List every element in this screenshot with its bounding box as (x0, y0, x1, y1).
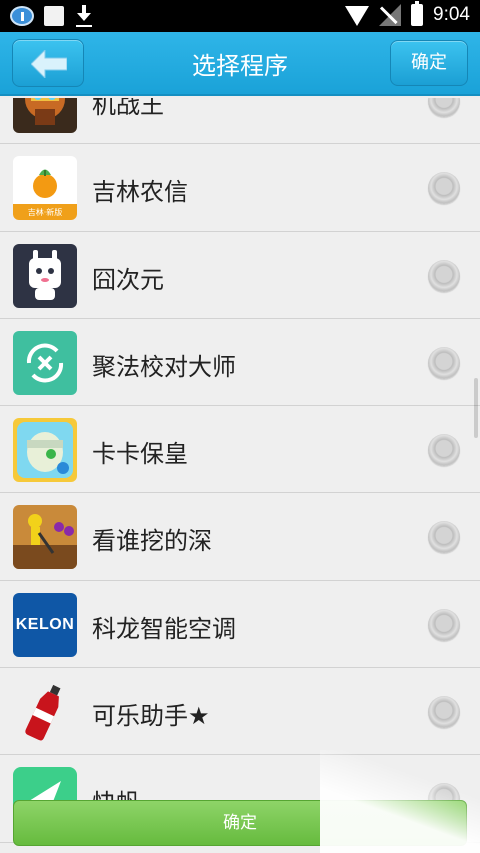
download-icon (74, 5, 94, 27)
select-radio[interactable] (428, 696, 460, 729)
jilin-nongxin-icon: 吉林·新版 (13, 156, 77, 221)
jiong-ciyuan-icon (13, 243, 77, 308)
robot-app-icon (13, 98, 77, 133)
app-name: 囧次元 (92, 265, 164, 294)
battery-icon (411, 1, 424, 26)
select-radio[interactable] (428, 172, 460, 205)
status-bar: 9:04 (0, 0, 480, 32)
app-name: 吉林农信 (92, 178, 188, 207)
jilin-nongxin-icon-label: 吉林·新版 (27, 208, 63, 218)
kaka-baohuang-icon (13, 418, 77, 483)
confirm-button-top[interactable]: 确定 (390, 40, 468, 86)
select-radio[interactable] (428, 98, 460, 117)
square-icon (44, 6, 64, 26)
wifi-icon (345, 6, 370, 26)
list-item[interactable]: 吉林·新版 吉林农信 (0, 144, 480, 232)
message-icon (10, 6, 34, 26)
list-item[interactable]: 看谁挖的深 (0, 493, 480, 581)
select-radio[interactable] (428, 346, 460, 379)
app-name: 科龙智能空调 (92, 614, 236, 643)
title-bar: 选择程序 确定 (0, 32, 480, 96)
app-name: 看谁挖的深 (92, 527, 212, 556)
dig-game-icon (13, 505, 77, 570)
app-name: 可乐助手★ (92, 702, 210, 731)
app-list[interactable]: 机战王 吉林·新版 吉林农信 囧次元 聚法校对大师 卡卡保皇 看谁挖的深 KEL… (0, 98, 480, 853)
list-item[interactable]: 机战王 (0, 98, 480, 145)
app-name: 机战王 (92, 98, 164, 119)
confirm-button-bottom[interactable]: 确定 (13, 800, 467, 846)
clock: 9:04 (433, 4, 470, 25)
list-item[interactable]: 卡卡保皇 (0, 406, 480, 494)
list-item[interactable]: 聚法校对大师 (0, 318, 480, 407)
scrollbar[interactable] (474, 378, 478, 438)
select-radio[interactable] (428, 259, 460, 292)
cola-bottle-icon (13, 680, 77, 745)
kelon-icon: KELON (13, 592, 77, 657)
list-item[interactable]: KELON 科龙智能空调 (0, 580, 480, 669)
select-radio[interactable] (428, 434, 460, 467)
signal-icon (379, 4, 402, 26)
select-radio[interactable] (428, 521, 460, 554)
list-item[interactable]: 可乐助手★ (0, 668, 480, 756)
app-name: 卡卡保皇 (92, 440, 188, 469)
list-item[interactable]: 囧次元 (0, 231, 480, 319)
jufa-proofread-icon (13, 330, 77, 395)
select-radio[interactable] (428, 608, 460, 641)
app-name: 聚法校对大师 (92, 352, 236, 381)
